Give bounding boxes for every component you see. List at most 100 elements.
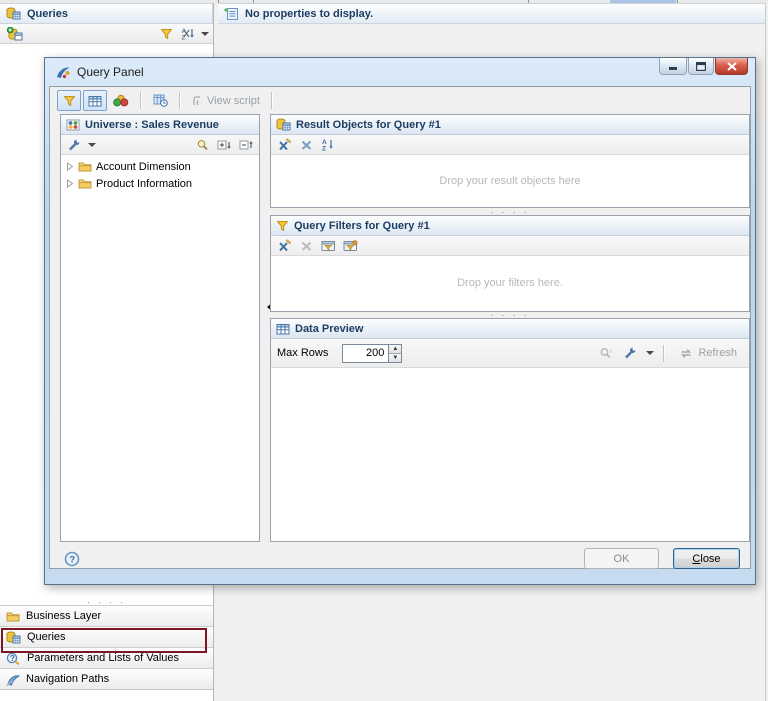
ok-button[interactable]: OK — [584, 548, 659, 569]
help-button[interactable]: ? — [64, 551, 80, 567]
remove-all-icon — [278, 239, 291, 252]
table-clock-icon — [153, 94, 168, 107]
insert-combined-filter-button[interactable] — [340, 237, 360, 254]
spin-down-button[interactable]: ▼ — [389, 352, 402, 362]
refresh-button[interactable]: Refresh — [673, 347, 743, 359]
max-rows-spin-buttons: ▲ ▼ — [388, 343, 403, 363]
wrench-icon — [625, 347, 636, 359]
data-preview-title: Data Preview — [295, 322, 364, 335]
close-button[interactable]: Close — [673, 548, 740, 569]
no-properties-message: No properties to display. — [245, 7, 374, 20]
universe-pane: Universe : Sales Revenue Account Dimensi… — [60, 114, 260, 542]
tree-item-label: Account Dimension — [96, 160, 191, 173]
toolbar-separator — [140, 92, 141, 109]
section-label: Parameters and Lists of Values — [27, 652, 180, 664]
data-preview-header: Data Preview — [271, 319, 749, 339]
query-properties-button[interactable] — [148, 90, 172, 111]
svg-text:?: ? — [69, 555, 75, 566]
sort-icon: A Z — [182, 28, 194, 40]
minimize-button[interactable] — [659, 58, 687, 75]
expand-all-button[interactable] — [214, 136, 234, 153]
folder-icon — [78, 162, 92, 172]
query-filters-header: Query Filters for Query #1 — [271, 216, 749, 236]
spin-up-button[interactable]: ▲ — [389, 344, 402, 353]
close-window-button[interactable] — [715, 58, 748, 75]
remove-object-button[interactable] — [296, 136, 316, 153]
universe-pane-header: Universe : Sales Revenue — [61, 115, 259, 135]
collapse-all-button[interactable] — [236, 136, 256, 153]
view-script-button[interactable]: View script — [187, 95, 264, 107]
az-sort-icon: A Z — [322, 139, 333, 152]
panel-right-border — [765, 3, 766, 701]
section-navigation-paths[interactable]: Navigation Paths — [0, 668, 213, 690]
profile-values-icon — [601, 347, 613, 358]
universe-tree: Account Dimension Product Information — [61, 155, 259, 192]
universe-icon — [66, 119, 80, 130]
insert-filter-button[interactable] — [318, 237, 338, 254]
search-icon — [197, 139, 208, 150]
toolbar-separator — [663, 344, 665, 362]
properties-icon — [224, 8, 238, 20]
universe-toolbar — [61, 135, 259, 155]
remove-icon-disabled — [301, 241, 311, 251]
maximize-icon — [696, 61, 706, 71]
insert-query-button[interactable] — [4, 25, 26, 43]
maximize-button[interactable] — [688, 58, 714, 75]
refresh-icon — [681, 348, 692, 358]
tree-item-account-dimension[interactable]: Account Dimension — [61, 158, 259, 175]
result-objects-title: Result Objects for Query #1 — [296, 118, 441, 131]
view-script-label: View script — [207, 94, 260, 107]
queries-toolbar: A Z — [0, 24, 213, 44]
query-filters-title: Query Filters for Query #1 — [294, 219, 430, 232]
queries-panel-title: Queries — [27, 7, 68, 20]
max-rows-input[interactable] — [342, 343, 389, 363]
sort-button[interactable]: A Z — [177, 25, 199, 43]
search-button[interactable] — [192, 136, 212, 153]
sort-objects-button[interactable]: A Z — [318, 136, 338, 153]
dialog-titlebar[interactable]: Query Panel — [45, 58, 755, 86]
horizontal-splitter[interactable]: ∙ ∙ ∙ ∙ — [270, 310, 750, 319]
filter-icon — [63, 95, 75, 106]
collapse-all-icon — [239, 140, 253, 149]
profile-values-button[interactable] — [596, 345, 616, 362]
tree-item-product-information[interactable]: Product Information — [61, 175, 259, 192]
section-business-layer[interactable]: Business Layer — [0, 605, 213, 627]
show-objects-button[interactable] — [109, 90, 133, 111]
section-label: Business Layer — [26, 610, 102, 622]
svg-text:Z: Z — [322, 146, 326, 152]
toolbar-separator — [179, 92, 180, 109]
sort-dropdown-caret[interactable] — [201, 31, 209, 40]
horizontal-splitter[interactable]: ∙ ∙ ∙ ∙ — [270, 207, 750, 216]
wrench-icon — [69, 139, 80, 150]
query-panel-dialog: Query Panel View script Universe: Sales… — [44, 57, 756, 585]
chevron-right-icon[interactable] — [66, 179, 74, 188]
query-definition-column: Result Objects for Query #1 A Z Drop you… — [270, 114, 750, 542]
queries-panel-header: Queries — [0, 3, 213, 24]
query-icon — [276, 118, 291, 131]
toggle-data-preview-button[interactable] — [83, 90, 107, 111]
filter-button[interactable] — [155, 25, 177, 43]
help-icon: ? — [64, 551, 80, 567]
window-controls — [659, 58, 748, 75]
universe-settings-button[interactable] — [64, 136, 84, 153]
data-preview-toolbar: Max Rows ▲ ▼ — [271, 339, 749, 368]
expand-all-icon — [217, 140, 231, 149]
remove-all-filters-button[interactable] — [274, 237, 294, 254]
max-rows-label: Max Rows — [277, 347, 329, 359]
toggle-filter-pane-button[interactable] — [57, 90, 81, 111]
insert-query-icon — [7, 26, 23, 40]
universe-settings-caret[interactable] — [88, 142, 96, 151]
preview-settings-button[interactable] — [620, 345, 640, 362]
result-objects-drop-zone[interactable]: Drop your result objects here — [272, 155, 748, 206]
query-filters-drop-zone[interactable]: Drop your filters here. — [272, 256, 748, 310]
remove-all-objects-button[interactable] — [274, 136, 294, 153]
vertical-splitter[interactable] — [261, 114, 270, 542]
remove-filter-button[interactable] — [296, 237, 316, 254]
section-label: Navigation Paths — [26, 673, 110, 685]
filter-icon — [160, 28, 172, 39]
preview-settings-caret[interactable] — [646, 351, 655, 359]
table-icon — [276, 323, 290, 334]
close-label-initial: C — [692, 552, 701, 565]
spheres-icon — [113, 94, 129, 107]
chevron-right-icon[interactable] — [66, 162, 74, 171]
